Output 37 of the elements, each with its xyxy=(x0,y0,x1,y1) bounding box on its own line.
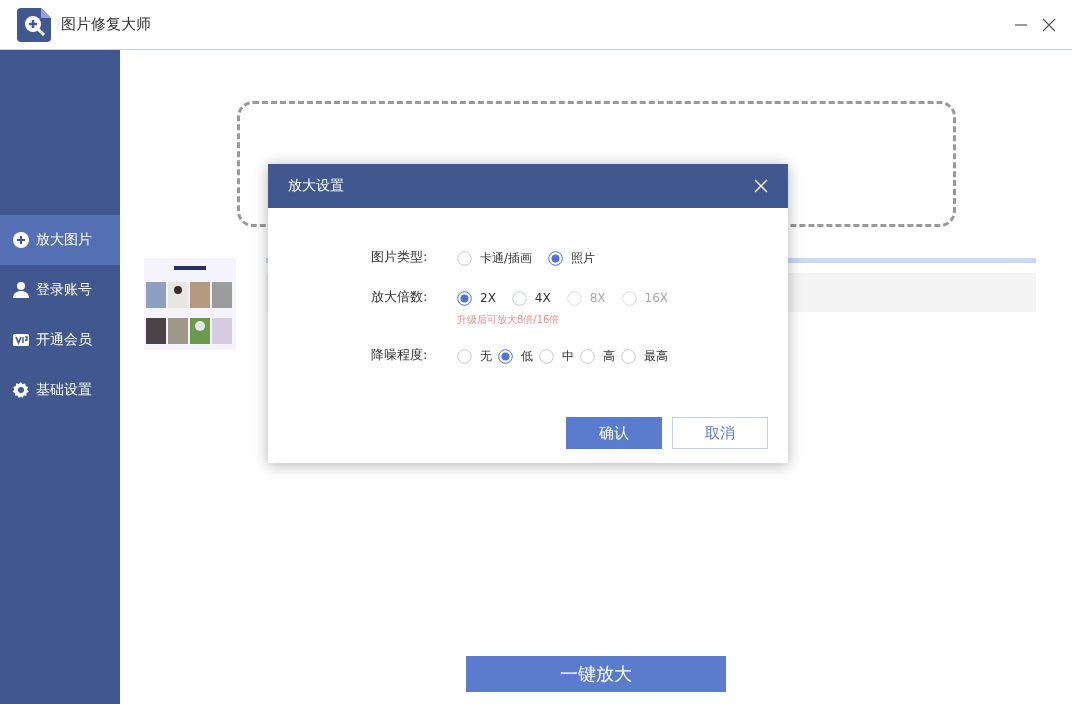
sidebar-item[interactable]: 开通会员 xyxy=(0,315,120,365)
sidebar-item[interactable]: 基础设置 xyxy=(0,365,120,415)
user-icon xyxy=(12,281,30,299)
vip-card-icon xyxy=(12,331,30,349)
plus-icon xyxy=(12,231,30,249)
radio-button[interactable] xyxy=(457,250,472,266)
start-button[interactable]: 一键放大 xyxy=(466,656,726,692)
app-logo xyxy=(17,7,51,42)
radio-option[interactable]: 低 xyxy=(498,347,533,365)
radio-option[interactable]: 卡通/插画 xyxy=(457,249,533,267)
radio-option[interactable]: 无 xyxy=(457,347,492,365)
close-icon[interactable] xyxy=(1042,17,1056,32)
sidebar-item[interactable]: 放大图片 xyxy=(0,215,120,265)
radio-button[interactable] xyxy=(511,290,527,306)
radio-option[interactable]: 高 xyxy=(580,347,615,365)
radio-option[interactable]: 照片 xyxy=(548,249,596,267)
cancel-button[interactable]: 取消 xyxy=(672,417,768,449)
radio-button[interactable] xyxy=(548,250,564,266)
dialog-title: 放大设置 xyxy=(288,177,344,195)
radio-button[interactable] xyxy=(457,348,472,364)
hint-text: 升级后可放大8倍/16倍 xyxy=(457,313,561,327)
confirm-button[interactable]: 确认 xyxy=(566,417,662,449)
radio-option[interactable]: 最高 xyxy=(621,347,668,365)
radio-button[interactable] xyxy=(539,348,554,364)
field-label: 降噪程度: xyxy=(371,346,429,364)
radio-option[interactable]: 2X xyxy=(457,290,496,306)
settings-icon xyxy=(12,381,30,399)
radio-button[interactable] xyxy=(580,348,595,364)
sidebar-item[interactable]: 登录账号 xyxy=(0,265,120,315)
radio-button[interactable] xyxy=(457,290,472,306)
radio-button[interactable] xyxy=(621,348,636,364)
radio-option[interactable]: 4X xyxy=(511,290,551,306)
window-title: 图片修复大师 xyxy=(61,15,152,34)
radio-button[interactable] xyxy=(498,348,513,364)
radio-option[interactable]: 中 xyxy=(539,347,574,365)
field-label: 图片类型: xyxy=(371,248,429,266)
field-label: 放大倍数: xyxy=(371,288,429,306)
